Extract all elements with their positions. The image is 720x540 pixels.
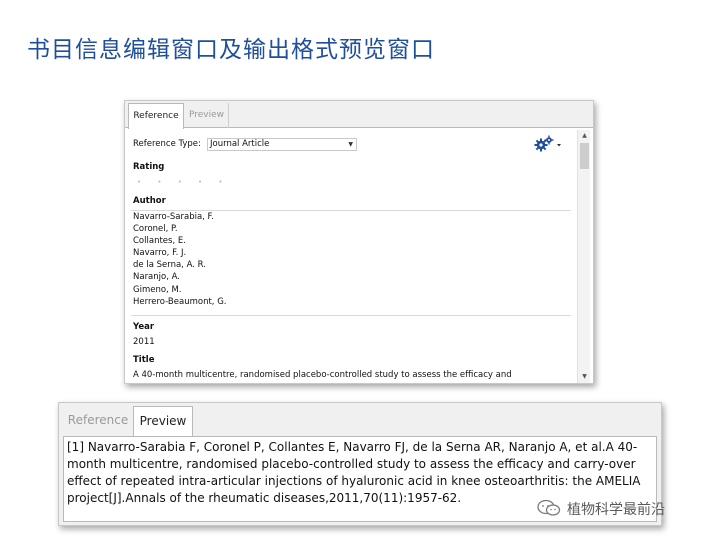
watermark-text: 植物科学最前沿 [567,502,665,518]
tab-reference[interactable]: Reference [63,406,133,434]
author-item: Naranjo, A. [133,272,180,283]
title-field[interactable]: A 40-month multicentre, randomised place… [133,370,512,380]
slide-title: 书目信息编辑窗口及输出格式预览窗口 [27,37,435,63]
reference-tabbar: Reference Preview [125,101,593,129]
rating-label: Rating [133,162,165,172]
tab-preview[interactable]: Preview [185,103,229,128]
tab-preview[interactable]: Preview [133,406,193,436]
reference-type-label: Reference Type: [133,139,201,149]
tab-reference[interactable]: Reference [128,103,184,129]
author-item: Collantes, E. [133,236,186,247]
author-item: Navarro, F. J. [133,248,187,259]
scroll-down-arrow-icon[interactable]: ▼ [578,371,591,383]
reference-fields: Reference Type: Journal Article ▼ Rating… [129,130,575,381]
author-item: Gimeno, M. [133,284,182,295]
year-label: Year [133,322,155,332]
author-item: Herrero-Beaumont, G. [133,296,227,307]
author-item: de la Serna, A. R. [133,260,206,271]
reference-editor-window: Reference Preview Reference Type: Journa… [124,100,594,384]
author-item: Coronel, P. [133,224,178,235]
scroll-thumb[interactable] [580,143,589,169]
author-label: Author [133,196,166,206]
title-label: Title [133,355,155,365]
year-field[interactable]: 2011 [133,337,155,347]
wechat-icon [537,499,561,516]
gear-icon[interactable] [533,134,563,152]
author-field[interactable]: Navarro-Sarabia, F. Coronel, P. Collante… [131,210,571,316]
reference-type-value: Journal Article [210,139,270,149]
vertical-scrollbar[interactable]: ▲ ▼ [577,130,590,383]
rating-stars[interactable]: • • • • • [137,178,230,186]
scroll-up-arrow-icon[interactable]: ▲ [578,130,591,142]
chevron-down-icon: ▼ [348,141,353,148]
author-item: Navarro-Sarabia, F. [133,212,214,222]
reference-type-select[interactable]: Journal Article ▼ [207,138,357,151]
